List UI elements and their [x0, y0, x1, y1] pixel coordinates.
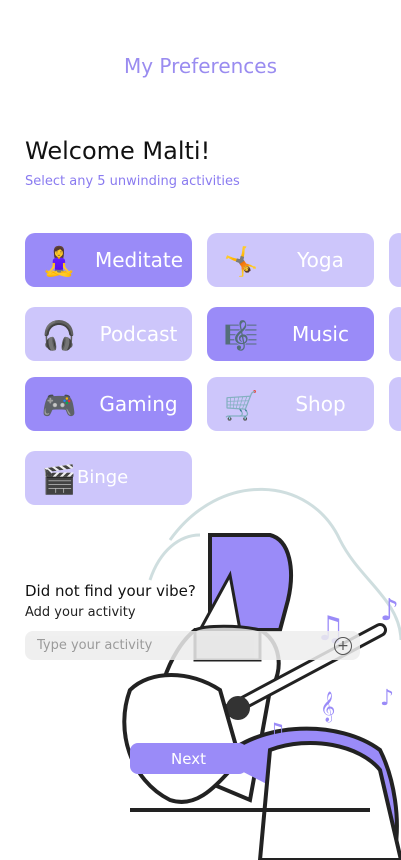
activity-card-peek[interactable]	[389, 233, 401, 287]
instruction-text: Select any 5 unwinding activities	[25, 174, 240, 189]
activity-card-music[interactable]: 🎼 Music	[207, 307, 374, 361]
activity-card-meditate[interactable]: 🧘‍♀️ Meditate	[25, 233, 192, 287]
activity-card-podcast[interactable]: 🎧 Podcast	[25, 307, 192, 361]
gamepad-icon: 🎮	[41, 388, 77, 422]
activity-label: Yoga	[297, 248, 344, 272]
activity-label: Podcast	[99, 322, 178, 346]
guitar-player-illustration: ♫ ♪ 𝄞 ♫ ♪	[122, 487, 401, 860]
svg-text:𝄞: 𝄞	[320, 691, 335, 723]
svg-text:♪: ♪	[380, 593, 399, 628]
custom-activity-heading: Did not find your vibe?	[25, 582, 196, 600]
activity-card-shop[interactable]: 🛒 Shop	[207, 377, 374, 431]
activity-label: Gaming	[99, 392, 178, 416]
svg-text:♫: ♫	[265, 718, 287, 746]
next-button[interactable]: Next	[130, 743, 247, 774]
svg-text:♪: ♪	[380, 686, 394, 711]
page-title: My Preferences	[123, 54, 278, 78]
clapperboard-icon: 🎬	[41, 462, 77, 496]
meditate-icon: 🧘‍♀️	[41, 244, 77, 278]
custom-activity-subheading: Add your activity	[25, 605, 136, 620]
activity-card-yoga[interactable]: 🤸 Yoga	[207, 233, 374, 287]
shopping-cart-icon: 🛒	[223, 388, 259, 422]
activity-label: Music	[292, 322, 349, 346]
welcome-heading: Welcome Malti!	[25, 137, 211, 165]
headphones-icon: 🎧	[41, 318, 77, 352]
activity-card-gaming[interactable]: 🎮 Gaming	[25, 377, 192, 431]
activity-card-peek[interactable]	[389, 377, 401, 431]
activity-card-peek[interactable]	[389, 307, 401, 361]
yoga-icon: 🤸	[223, 244, 259, 278]
add-icon[interactable]: +	[334, 637, 352, 655]
music-score-icon: 🎼	[223, 318, 259, 352]
activity-label: Shop	[295, 392, 346, 416]
activity-label: Meditate	[95, 248, 184, 272]
activity-input[interactable]	[25, 631, 360, 660]
